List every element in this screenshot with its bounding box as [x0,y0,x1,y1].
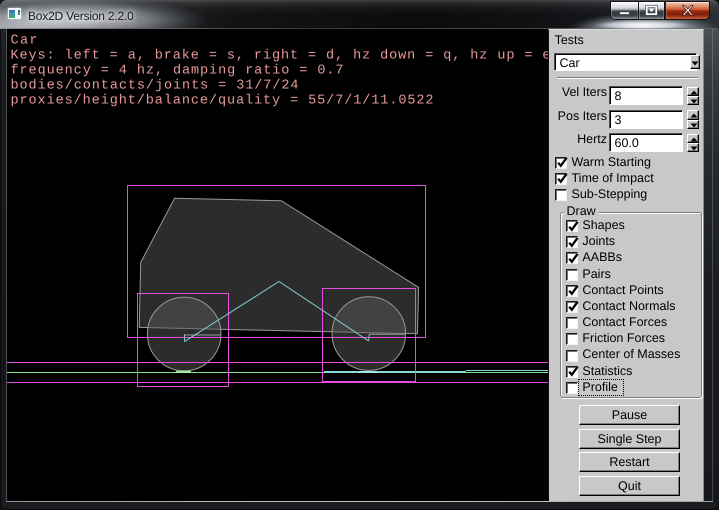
svg-text:proxies/height/balance/quality: proxies/height/balance/quality = 55/7/1/… [11,94,434,109]
svg-text:Keys: left = a, brake = s, rig: Keys: left = a, brake = s, right = d, hz… [11,49,549,64]
svg-text:frequency = 4 hz, damping rati: frequency = 4 hz, damping ratio = 0.7 [11,64,344,79]
svg-text:bodies/contacts/joints = 31/7/: bodies/contacts/joints = 31/7/24 [11,79,299,94]
svg-text:Car: Car [11,34,38,49]
